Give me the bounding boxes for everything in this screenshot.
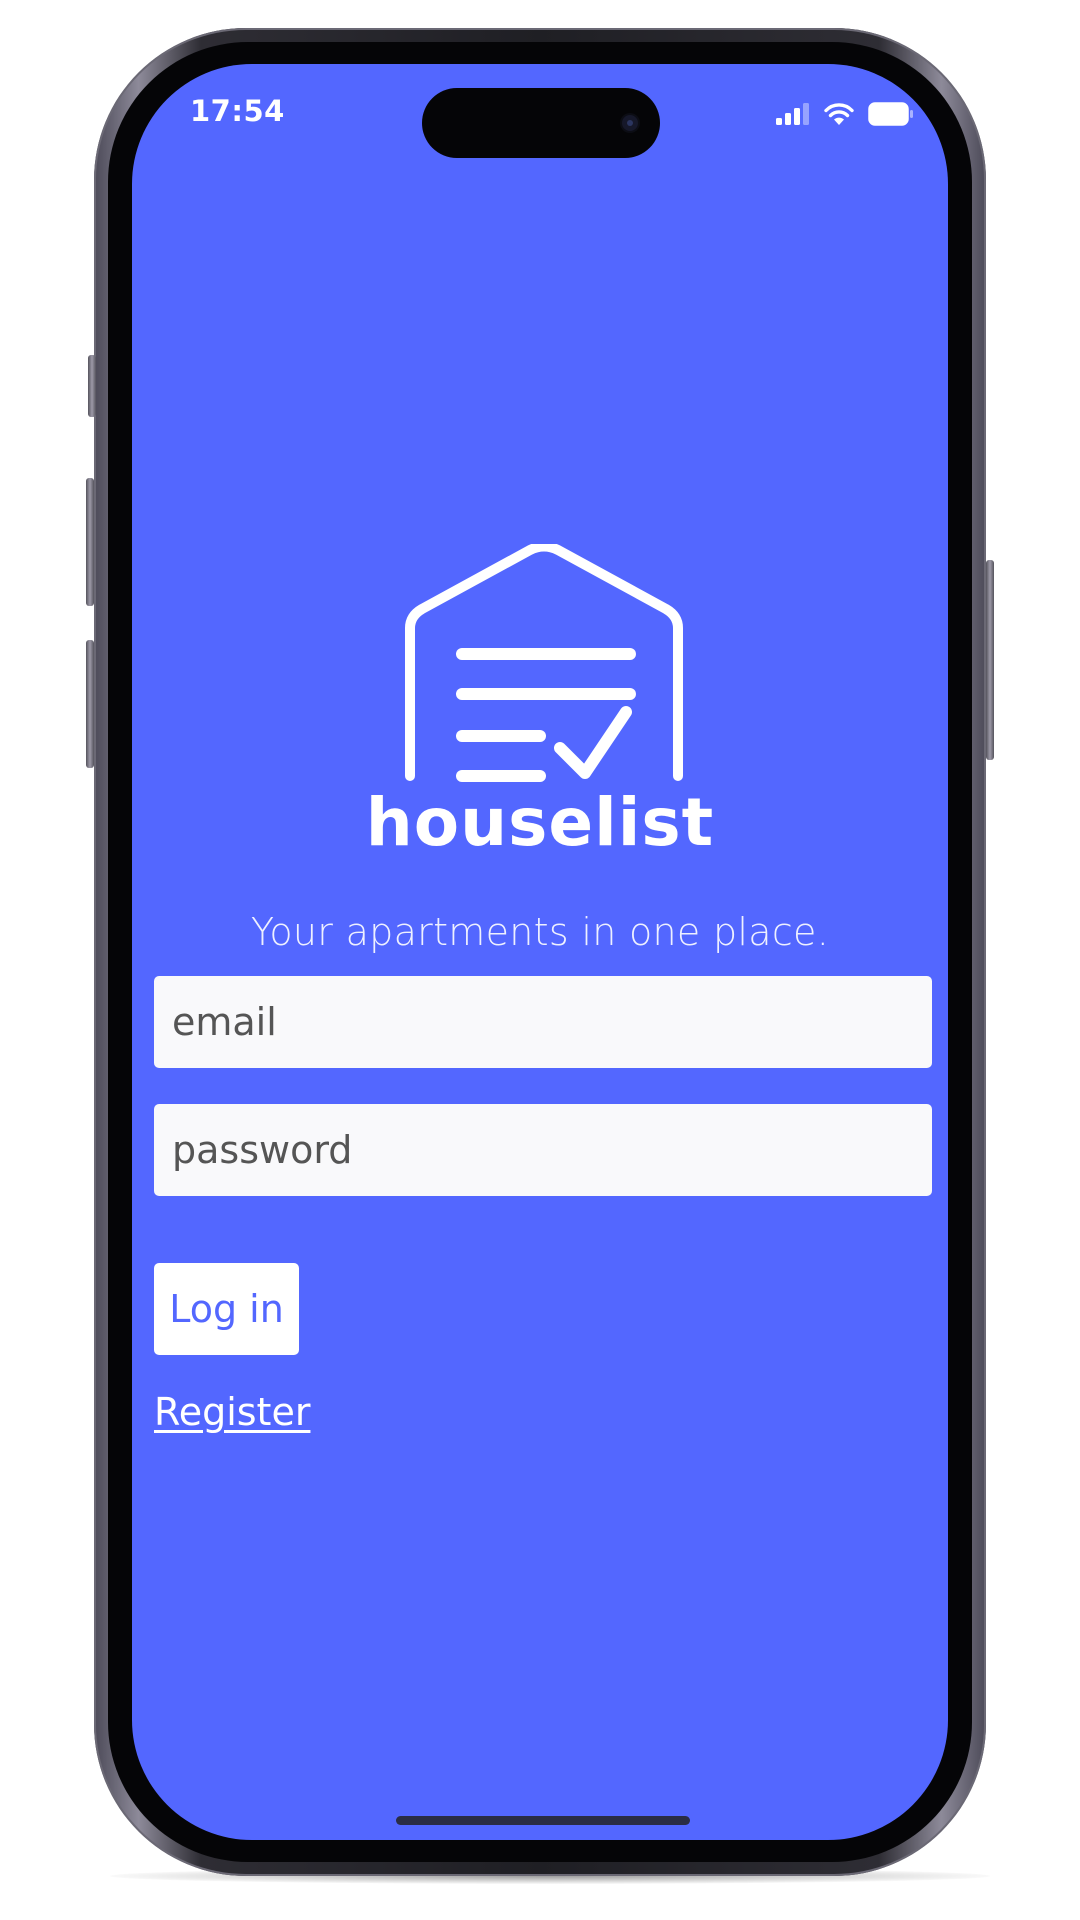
- cellular-signal-icon: [776, 103, 810, 129]
- login-button[interactable]: Log in: [154, 1263, 299, 1355]
- front-camera-icon: [622, 115, 638, 131]
- volume-up-button: [86, 478, 94, 606]
- email-input[interactable]: [154, 976, 932, 1068]
- tagline: Your apartments in one place.: [250, 910, 830, 954]
- battery-icon: [868, 102, 914, 130]
- password-input[interactable]: [154, 1104, 932, 1196]
- power-button: [986, 560, 994, 760]
- wifi-icon: [824, 102, 854, 130]
- volume-down-button: [86, 640, 94, 768]
- home-indicator[interactable]: [396, 1816, 690, 1825]
- status-icons: [776, 100, 914, 132]
- dynamic-island: [422, 88, 660, 158]
- house-checklist-logo-icon: [405, 544, 683, 782]
- app-screen: 17:54 houselist Your apartments in one p…: [132, 64, 948, 1840]
- houselist-logo: [402, 544, 686, 820]
- app-name: houselist: [365, 784, 715, 861]
- status-time: 17:54: [190, 94, 285, 128]
- silent-switch: [88, 355, 96, 417]
- register-link[interactable]: Register: [154, 1390, 310, 1434]
